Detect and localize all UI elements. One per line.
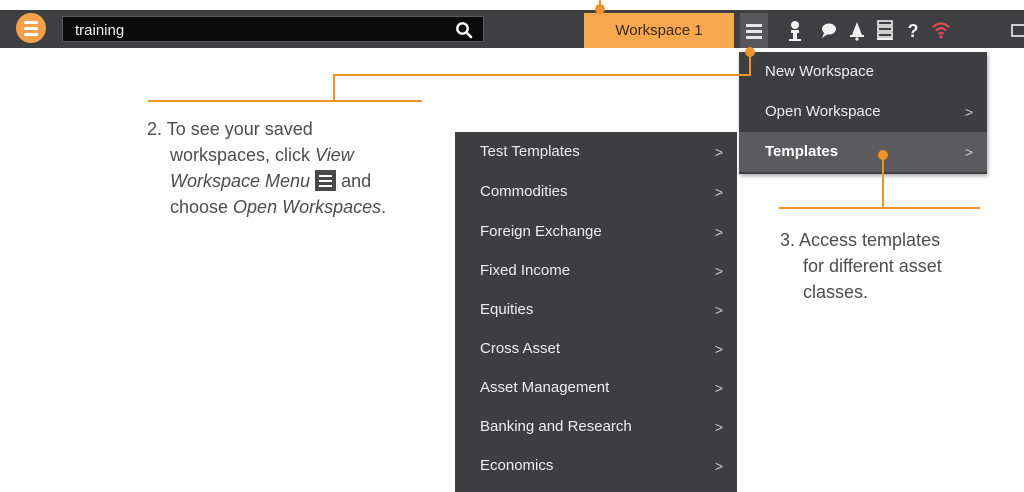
callout-text: for different asset [803,256,942,276]
svg-text:?: ? [908,21,919,41]
chevron-right-icon: > [714,302,723,318]
callout-dot [595,4,605,14]
callout-emphasis: Open Workspaces [233,197,382,217]
callout-dot [745,47,755,57]
menu-item-label: New Workspace [765,63,874,80]
search-icon[interactable] [455,21,473,39]
submenu-item-label: Asset Management [480,379,610,396]
search-input[interactable] [73,19,437,41]
chevron-right-icon: > [964,104,973,120]
wifi-icon[interactable] [930,17,952,43]
callout-line [779,207,980,209]
submenu-item-label: Commodities [480,183,568,200]
chat-icon[interactable] [818,17,840,43]
submenu-item-label: Fixed Income [480,262,571,279]
callout-line [882,155,884,208]
chevron-right-icon: > [714,224,723,240]
callout-step-2: 2. To see your saved workspaces, click V… [147,116,437,220]
window-icon[interactable] [1010,17,1024,43]
submenu-item-label: Cross Asset [480,340,561,357]
submenu-item[interactable]: Banking and Research > [455,407,737,447]
menu-item-label: Templates [765,143,839,160]
top-strip [0,0,1024,10]
bell-icon[interactable] [846,17,868,43]
callout-text: workspaces, click [170,145,316,165]
callout-text: and [336,171,372,191]
callout-text-line: workspaces, click View [147,142,437,168]
submenu-item[interactable]: Equities > [455,290,737,330]
chevron-right-icon: > [714,263,723,279]
submenu-item-label: Test Templates [480,143,580,160]
menu-item-open-workspace[interactable]: Open Workspace > [739,92,987,132]
submenu-item[interactable]: Fixed Income > [455,251,737,291]
submenu-item[interactable]: Cross Asset > [455,329,737,369]
menu-item-label: Open Workspace [765,103,881,120]
menu-item-new-workspace[interactable]: New Workspace [739,52,987,92]
callout-line [333,75,335,101]
callout-emphasis: View [315,145,354,165]
callout-text-line: Workspace Menu and [147,168,437,194]
submenu-item-label: Foreign Exchange [480,223,602,240]
workspace-menu-icon [315,170,337,191]
callout-text: 3. Access templates [780,230,941,250]
chevron-right-icon: > [964,144,973,160]
callout-text: . [381,197,387,217]
user-icon[interactable] [784,17,806,43]
help-icon[interactable]: ? [902,17,924,43]
app-logo-icon[interactable] [16,13,46,43]
chevron-right-icon: > [714,419,723,435]
submenu-item-label: Economics [480,457,554,474]
templates-submenu: Test Templates > Commodities > Foreign Exc… [455,132,737,492]
menu-item-templates[interactable]: Templates > [739,132,987,172]
callout-step-3: 3. Access templates for different asset … [780,227,1010,305]
view-workspace-menu-button[interactable] [740,13,768,48]
chevron-right-icon: > [714,458,723,474]
submenu-item[interactable]: Foreign Exchange > [455,212,737,252]
chevron-right-icon: > [714,341,723,357]
submenu-item-label: Equities [480,301,534,318]
callout-text: classes. [803,282,869,302]
callout-text-line: choose Open Workspaces. [147,194,437,220]
callout-emphasis: Workspace Menu [170,171,311,191]
workspace-menu: New Workspace Open Workspace > Templates… [739,52,987,174]
submenu-item[interactable]: Asset Management > [455,368,737,408]
callout-text: 2. To see your saved [147,119,313,139]
search-box [62,16,484,42]
list-icon[interactable] [874,17,896,43]
callout-line [333,74,751,76]
callout-text: choose [170,197,234,217]
chevron-right-icon: > [714,380,723,396]
chevron-right-icon: > [714,184,723,200]
submenu-item[interactable]: Test Templates > [455,132,737,172]
submenu-item[interactable]: Economics > [455,446,737,486]
submenu-item-label: Banking and Research [480,418,632,435]
submenu-item[interactable]: Commodities > [455,172,737,212]
chevron-right-icon: > [714,144,723,160]
workspace-tab[interactable]: Workspace 1 [584,13,734,48]
callout-line [148,100,422,102]
